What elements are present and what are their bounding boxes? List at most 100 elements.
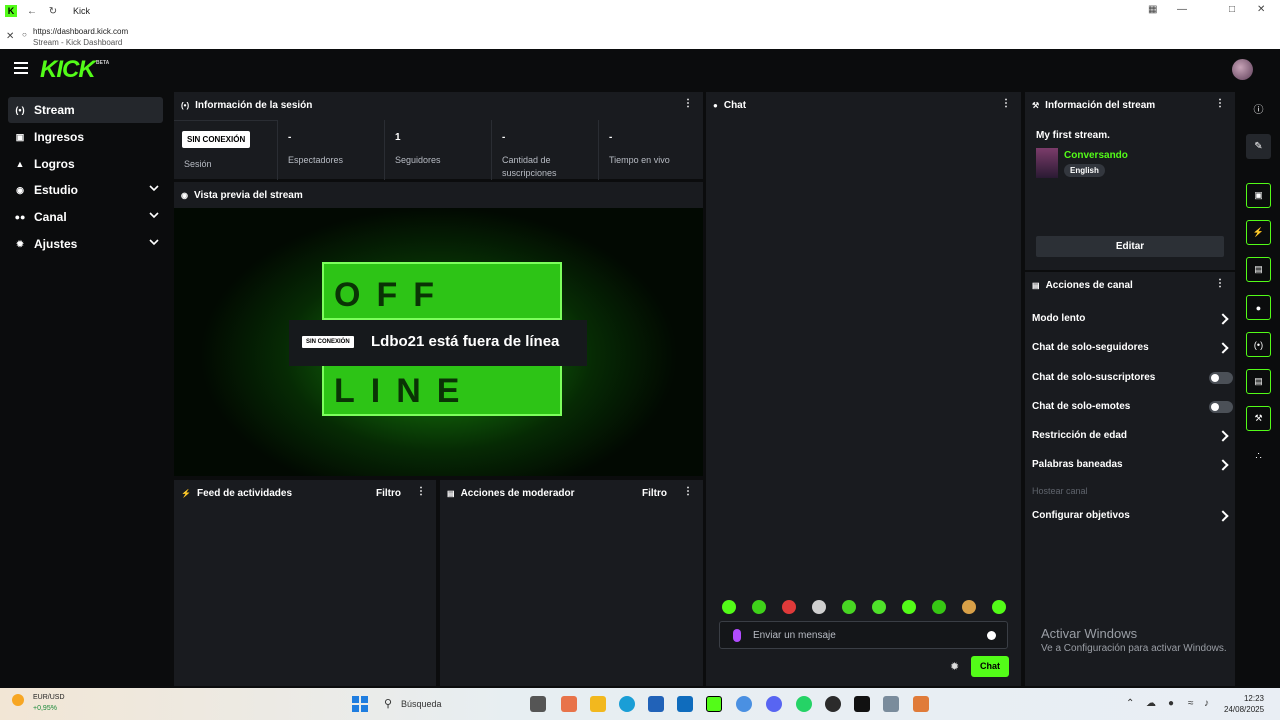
whatsapp-icon[interactable]: [796, 696, 812, 712]
reload-icon[interactable]: ↻: [47, 5, 59, 17]
url-text[interactable]: https://dashboard.kick.com: [33, 27, 128, 36]
document-icon[interactable]: ▤: [1246, 257, 1271, 282]
settings-icon[interactable]: [883, 696, 899, 712]
channel-action-label: Palabras baneadas: [1032, 459, 1123, 470]
emote-icon[interactable]: [812, 600, 826, 614]
chat-bubble-icon[interactable]: ●: [1246, 295, 1271, 320]
kick-logo[interactable]: KICK: [40, 56, 96, 84]
close-window-icon[interactable]: ✕: [1257, 4, 1265, 15]
watermark-line2: Ve a Configuración para activar Windows.: [1041, 643, 1227, 654]
emote-icon[interactable]: [962, 600, 976, 614]
edge-icon[interactable]: [619, 696, 635, 712]
kick-app-icon[interactable]: [706, 696, 722, 712]
more-options-icon[interactable]: ⋮: [1001, 99, 1011, 109]
emote-icon[interactable]: [782, 600, 796, 614]
minimize-icon[interactable]: —: [1177, 4, 1187, 15]
filter-button[interactable]: Filtro: [642, 488, 667, 499]
gear-icon: ✹: [16, 238, 24, 249]
stop-loading-icon[interactable]: ✕: [6, 31, 14, 42]
chrome-icon[interactable]: [736, 696, 752, 712]
translate-icon[interactable]: ▦: [1148, 4, 1157, 15]
wifi-icon[interactable]: ≈: [1188, 698, 1194, 709]
channel-action-slow-mode[interactable]: Modo lento: [1032, 313, 1229, 329]
emote-icon[interactable]: [902, 600, 916, 614]
wrench-icon[interactable]: ⚒: [1246, 406, 1271, 431]
emote-icon[interactable]: [722, 600, 736, 614]
sidebar-item-canal[interactable]: ●● Canal: [8, 204, 163, 230]
sidebar-item-ingresos[interactable]: ▣ Ingresos: [8, 124, 163, 150]
cloud-icon[interactable]: ☁: [1146, 698, 1156, 709]
user-avatar[interactable]: [1232, 59, 1253, 80]
kick-topbar: KICK BETA: [0, 49, 1280, 91]
sidebar-item-logros[interactable]: ▲ Logros: [8, 151, 163, 177]
chat-input[interactable]: Enviar un mensaje: [719, 621, 1008, 649]
hamburger-menu-icon[interactable]: [14, 62, 28, 74]
taskview-icon[interactable]: [530, 696, 546, 712]
address-bar[interactable]: ✕ ○ https://dashboard.kick.com Stream - …: [0, 24, 1280, 48]
emote-icon[interactable]: [872, 600, 886, 614]
channel-action-followers-only[interactable]: Chat de solo-seguidores: [1032, 342, 1229, 358]
chevron-right-icon: [1217, 313, 1229, 325]
watermark-line1: Activar Windows: [1041, 626, 1138, 641]
stat-label: Cantidad de suscripciones: [502, 155, 557, 178]
channel-action-age-restriction[interactable]: Restricción de edad: [1032, 430, 1229, 446]
more-options-icon[interactable]: ⋮: [1215, 279, 1225, 289]
obs-icon[interactable]: [825, 696, 841, 712]
chevron-up-icon[interactable]: ⌃: [1126, 698, 1134, 709]
back-arrow-icon[interactable]: ←: [26, 5, 38, 17]
browser-tab-title[interactable]: Kick: [73, 6, 90, 16]
layout-nodes-icon[interactable]: ∴: [1246, 444, 1271, 469]
emotes-only-toggle[interactable]: [1209, 401, 1233, 413]
edit-stream-button[interactable]: Editar: [1036, 236, 1224, 257]
lock-icon[interactable]: ○: [22, 30, 27, 39]
outlook-icon[interactable]: [677, 696, 693, 712]
taskbar-search[interactable]: ⚲ Búsqueda: [378, 694, 518, 714]
radio-icon: (•): [181, 100, 190, 110]
emote-icon[interactable]: [932, 600, 946, 614]
channel-icon[interactable]: ▤: [1246, 369, 1271, 394]
tiktok-icon[interactable]: [854, 696, 870, 712]
broadcast-icon[interactable]: (•): [1246, 332, 1271, 357]
more-options-icon[interactable]: ⋮: [683, 99, 693, 109]
volume-icon[interactable]: ♪: [1204, 698, 1209, 709]
system-clock[interactable]: 12:23 24/08/2025: [1224, 693, 1264, 715]
chevron-down-icon[interactable]: [149, 183, 159, 193]
lightning-icon[interactable]: ⚡: [1246, 220, 1271, 245]
sidebar-item-estudio[interactable]: ◉ Estudio: [8, 177, 163, 203]
stream-category[interactable]: Conversando: [1064, 150, 1128, 161]
more-options-icon[interactable]: ⋮: [683, 487, 693, 497]
store-icon[interactable]: [648, 696, 664, 712]
lightning-icon: ⚡: [181, 488, 191, 498]
emoji-icon[interactable]: [987, 631, 996, 640]
sidebar-item-stream[interactable]: (•) Stream: [8, 97, 163, 123]
ai-app-icon[interactable]: [913, 696, 929, 712]
channel-actions-panel: ▤ Acciones de canal ⋮ Modo lento Chat de…: [1025, 272, 1235, 686]
channel-action-banned-words[interactable]: Palabras baneadas: [1032, 459, 1229, 475]
chat-send-button[interactable]: Chat: [971, 656, 1009, 677]
chat-settings-gear-icon[interactable]: ✹: [950, 660, 959, 673]
pencil-icon[interactable]: ✎: [1246, 134, 1271, 159]
maximize-icon[interactable]: □: [1229, 4, 1235, 15]
info-icon[interactable]: ⓘ: [1246, 96, 1271, 121]
stream-preview-player[interactable]: OFF LINE SIN CONEXIÓN Ldbo21 está fuera …: [174, 208, 703, 476]
chat-header: ● Chat ⋮: [706, 92, 1021, 118]
microphone-icon[interactable]: [733, 629, 741, 642]
windows-start-icon[interactable]: [352, 696, 368, 712]
more-options-icon[interactable]: ⋮: [1215, 99, 1225, 109]
emote-icon[interactable]: [752, 600, 766, 614]
emote-icon[interactable]: [842, 600, 856, 614]
discord-icon[interactable]: [766, 696, 782, 712]
channel-action-goals[interactable]: Configurar objetivos: [1032, 510, 1229, 526]
filter-button[interactable]: Filtro: [376, 488, 401, 499]
more-options-icon[interactable]: ⋮: [416, 487, 426, 497]
copilot-icon[interactable]: [561, 696, 577, 712]
emote-icon[interactable]: [992, 600, 1006, 614]
file-explorer-icon[interactable]: [590, 696, 606, 712]
scan-icon[interactable]: ▣: [1246, 183, 1271, 208]
subscribers-only-toggle[interactable]: [1209, 372, 1233, 384]
panel-title: Acciones de moderador: [460, 487, 575, 499]
sidebar-item-ajustes[interactable]: ✹ Ajustes: [8, 231, 163, 257]
mic-tray-icon[interactable]: ●: [1168, 698, 1174, 709]
chevron-down-icon[interactable]: [149, 210, 159, 220]
chevron-down-icon[interactable]: [149, 237, 159, 247]
